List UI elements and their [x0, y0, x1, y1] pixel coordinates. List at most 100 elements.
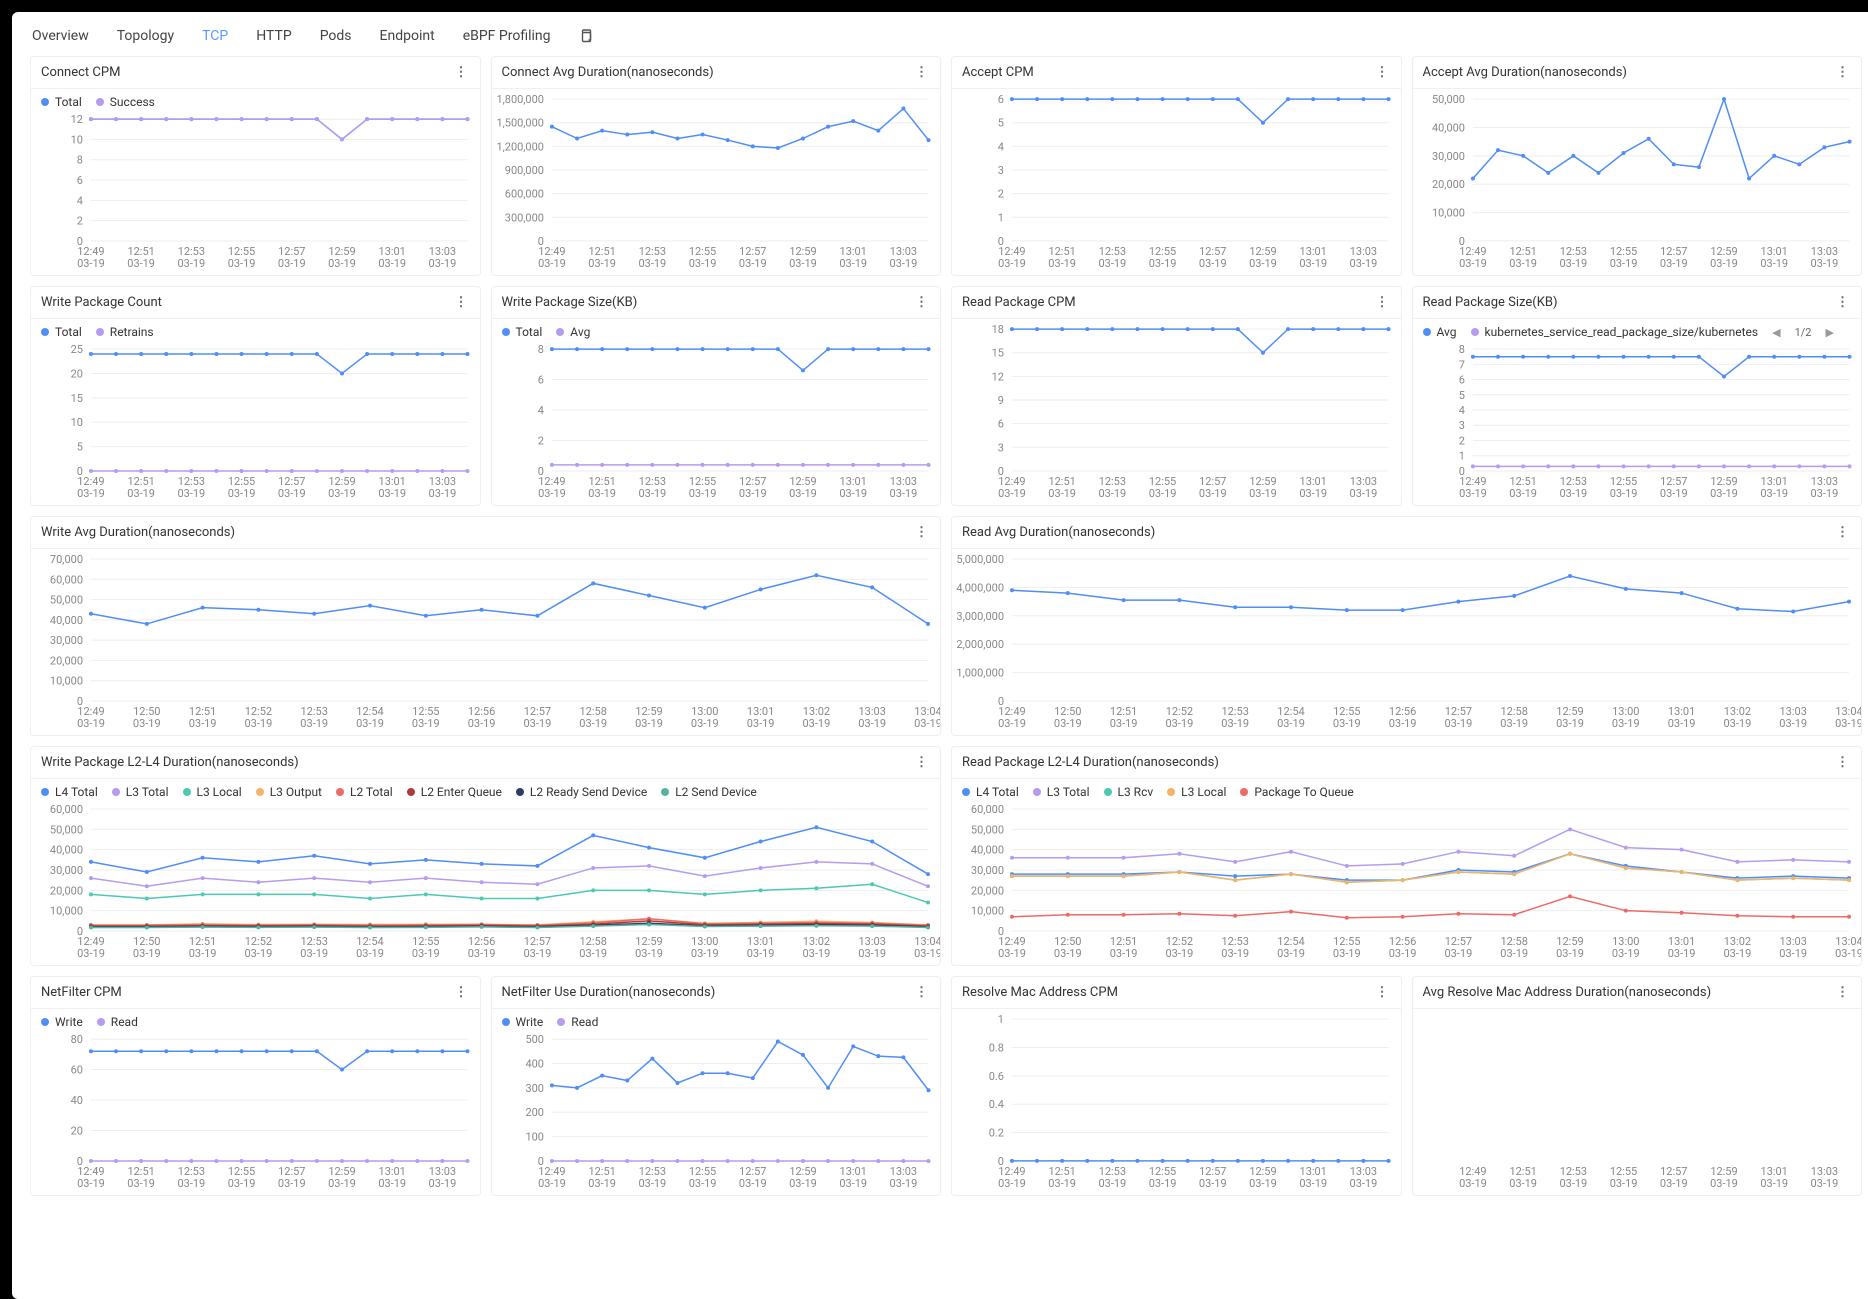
legend-item[interactable]: Total: [41, 95, 82, 109]
tab-pods[interactable]: Pods: [320, 26, 352, 46]
svg-text:12:5703-19: 12:5703-19: [738, 1165, 766, 1190]
svg-text:12:5303-19: 12:5303-19: [1221, 935, 1249, 960]
legend-item[interactable]: Read: [97, 1015, 138, 1029]
more-icon[interactable]: ⋮: [1374, 65, 1391, 80]
legend-item[interactable]: Package To Queue: [1240, 785, 1353, 799]
more-icon[interactable]: ⋮: [453, 65, 470, 80]
legend-item[interactable]: Avg: [556, 325, 590, 339]
more-icon[interactable]: ⋮: [913, 985, 930, 1000]
legend-item[interactable]: L3 Local: [1167, 785, 1226, 799]
more-icon[interactable]: ⋮: [1374, 985, 1391, 1000]
svg-text:18: 18: [992, 323, 1004, 336]
legend-swatch: [1033, 788, 1041, 796]
tab-http[interactable]: HTTP: [256, 26, 291, 46]
panel-title: Resolve Mac Address CPM: [962, 985, 1118, 1000]
legend-label: Retrains: [110, 325, 154, 339]
svg-text:13:0103-19: 13:0103-19: [839, 1165, 867, 1190]
legend-item[interactable]: Write: [502, 1015, 544, 1029]
panel-write-avg-dur: Write Avg Duration(nanoseconds)⋮010,0002…: [30, 516, 941, 736]
chart-legend: Total Success: [31, 89, 480, 109]
legend-item[interactable]: Retrains: [96, 325, 154, 339]
tab-topology[interactable]: Topology: [117, 26, 174, 46]
more-icon[interactable]: ⋮: [913, 525, 930, 540]
legend-item[interactable]: L4 Total: [962, 785, 1019, 799]
legend-swatch: [41, 1018, 49, 1026]
legend-item[interactable]: L2 Enter Queue: [407, 785, 502, 799]
svg-text:12:5603-19: 12:5603-19: [468, 705, 496, 730]
svg-text:9: 9: [998, 394, 1004, 407]
legend-item[interactable]: Total: [41, 325, 82, 339]
svg-text:13:0403-19: 13:0403-19: [1835, 705, 1861, 730]
legend-swatch: [183, 788, 191, 796]
panel-read-l2l4: Read Package L2-L4 Duration(nanoseconds)…: [951, 746, 1862, 966]
legend-item[interactable]: kubernetes_service_read_package_size/kub…: [1471, 325, 1759, 339]
svg-text:12:5703-19: 12:5703-19: [738, 245, 766, 270]
more-icon[interactable]: ⋮: [453, 985, 470, 1000]
more-icon[interactable]: ⋮: [1834, 65, 1851, 80]
svg-text:12: 12: [992, 370, 1004, 383]
panel-write-pkg-size: Write Package Size(KB)⋮TotalAvg0246812:4…: [491, 286, 942, 506]
tab-endpoint[interactable]: Endpoint: [380, 26, 435, 46]
svg-text:12:4903-19: 12:4903-19: [77, 1165, 105, 1190]
legend-item[interactable]: Success: [96, 95, 155, 109]
legend-item[interactable]: Read: [557, 1015, 598, 1029]
panel-title: Read Package L2-L4 Duration(nanoseconds): [962, 755, 1219, 770]
legend-prev-icon[interactable]: ◀: [1772, 326, 1780, 339]
svg-text:60,000: 60,000: [50, 573, 83, 586]
svg-text:12:5703-19: 12:5703-19: [1199, 245, 1227, 270]
svg-text:12:5903-19: 12:5903-19: [635, 935, 663, 960]
more-icon[interactable]: ⋮: [913, 755, 930, 770]
more-icon[interactable]: ⋮: [913, 295, 930, 310]
legend-item[interactable]: L2 Ready Send Device: [516, 785, 647, 799]
legend-item[interactable]: L2 Send Device: [661, 785, 757, 799]
tab-ebpf[interactable]: eBPF Profiling: [463, 26, 551, 46]
legend-swatch: [256, 788, 264, 796]
legend-item[interactable]: Write: [41, 1015, 83, 1029]
legend-item[interactable]: L3 Local: [183, 785, 242, 799]
svg-text:13:0303-19: 13:0303-19: [1810, 1165, 1838, 1190]
more-icon[interactable]: ⋮: [913, 65, 930, 80]
legend-label: Total: [516, 325, 543, 339]
more-icon[interactable]: ⋮: [1834, 755, 1851, 770]
svg-text:2: 2: [77, 215, 83, 228]
more-icon[interactable]: ⋮: [453, 295, 470, 310]
legend-swatch: [516, 788, 524, 796]
svg-text:13:0103-19: 13:0103-19: [747, 705, 775, 730]
legend-item[interactable]: L2 Total: [336, 785, 393, 799]
more-icon[interactable]: ⋮: [1834, 525, 1851, 540]
legend-swatch: [1104, 788, 1112, 796]
legend-item[interactable]: L4 Total: [41, 785, 98, 799]
tab-tcp[interactable]: TCP: [202, 26, 228, 46]
svg-text:12:5503-19: 12:5503-19: [1333, 705, 1361, 730]
svg-text:0.6: 0.6: [989, 1070, 1004, 1083]
svg-text:300,000: 300,000: [504, 211, 543, 224]
legend-item[interactable]: Avg: [1423, 325, 1457, 339]
svg-text:12:4903-19: 12:4903-19: [1459, 245, 1487, 270]
svg-text:12:5903-19: 12:5903-19: [1710, 245, 1738, 270]
svg-text:12:5503-19: 12:5503-19: [1333, 935, 1361, 960]
svg-text:12:5303-19: 12:5303-19: [638, 245, 666, 270]
copy-icon[interactable]: [578, 28, 594, 44]
more-icon[interactable]: ⋮: [1834, 295, 1851, 310]
more-icon[interactable]: ⋮: [1834, 985, 1851, 1000]
svg-text:5,000,000: 5,000,000: [956, 553, 1004, 566]
panel-title: Connect CPM: [41, 65, 120, 80]
more-icon[interactable]: ⋮: [1374, 295, 1391, 310]
legend-item[interactable]: L3 Total: [1033, 785, 1090, 799]
svg-text:12:5703-19: 12:5703-19: [524, 935, 552, 960]
svg-text:12:5103-19: 12:5103-19: [1509, 245, 1537, 270]
tab-overview[interactable]: Overview: [32, 26, 89, 46]
legend-item[interactable]: L3 Rcv: [1104, 785, 1154, 799]
legend-item[interactable]: L3 Total: [112, 785, 169, 799]
legend-item[interactable]: L3 Output: [256, 785, 322, 799]
legend-item[interactable]: Total: [502, 325, 543, 339]
svg-text:12:5503-19: 12:5503-19: [1149, 1165, 1177, 1190]
svg-text:50,000: 50,000: [50, 594, 83, 607]
svg-text:5: 5: [77, 441, 83, 454]
tab-bar: Overview Topology TCP HTTP Pods Endpoint…: [30, 26, 1862, 46]
legend-next-icon[interactable]: ▶: [1825, 326, 1833, 339]
svg-text:1: 1: [1458, 450, 1464, 463]
svg-text:13:0103-19: 13:0103-19: [1299, 245, 1327, 270]
svg-text:12:5903-19: 12:5903-19: [789, 245, 817, 270]
app-shell: Overview Topology TCP HTTP Pods Endpoint…: [12, 12, 1868, 1299]
